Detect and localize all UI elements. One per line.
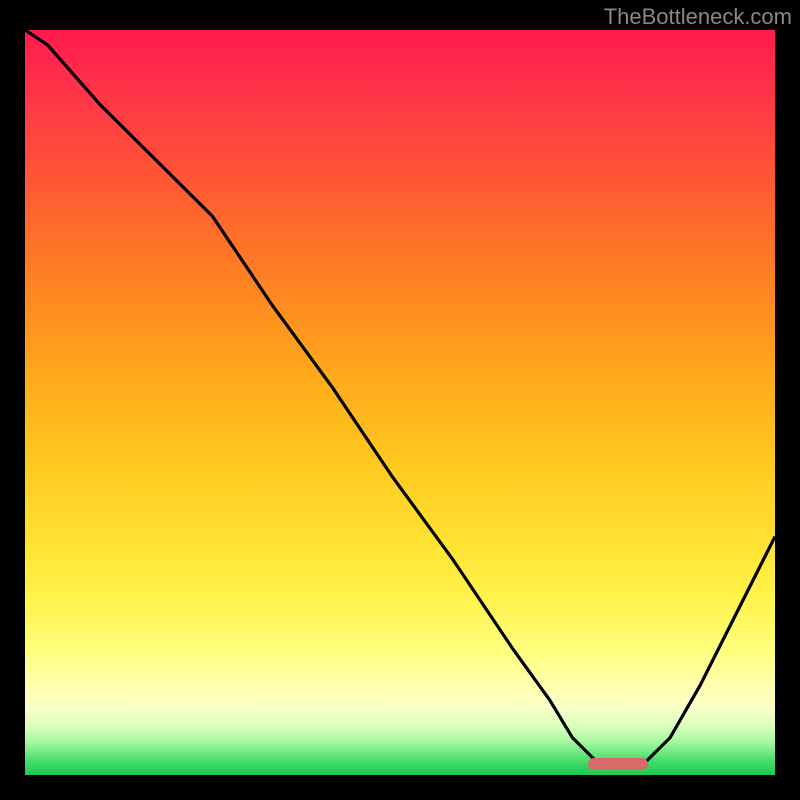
chart-plot-area: [25, 30, 775, 775]
chart-marker-pill: [588, 758, 648, 770]
chart-curve-svg: [25, 30, 775, 775]
chart-curve-line: [25, 30, 775, 768]
watermark-text: TheBottleneck.com: [604, 4, 792, 30]
